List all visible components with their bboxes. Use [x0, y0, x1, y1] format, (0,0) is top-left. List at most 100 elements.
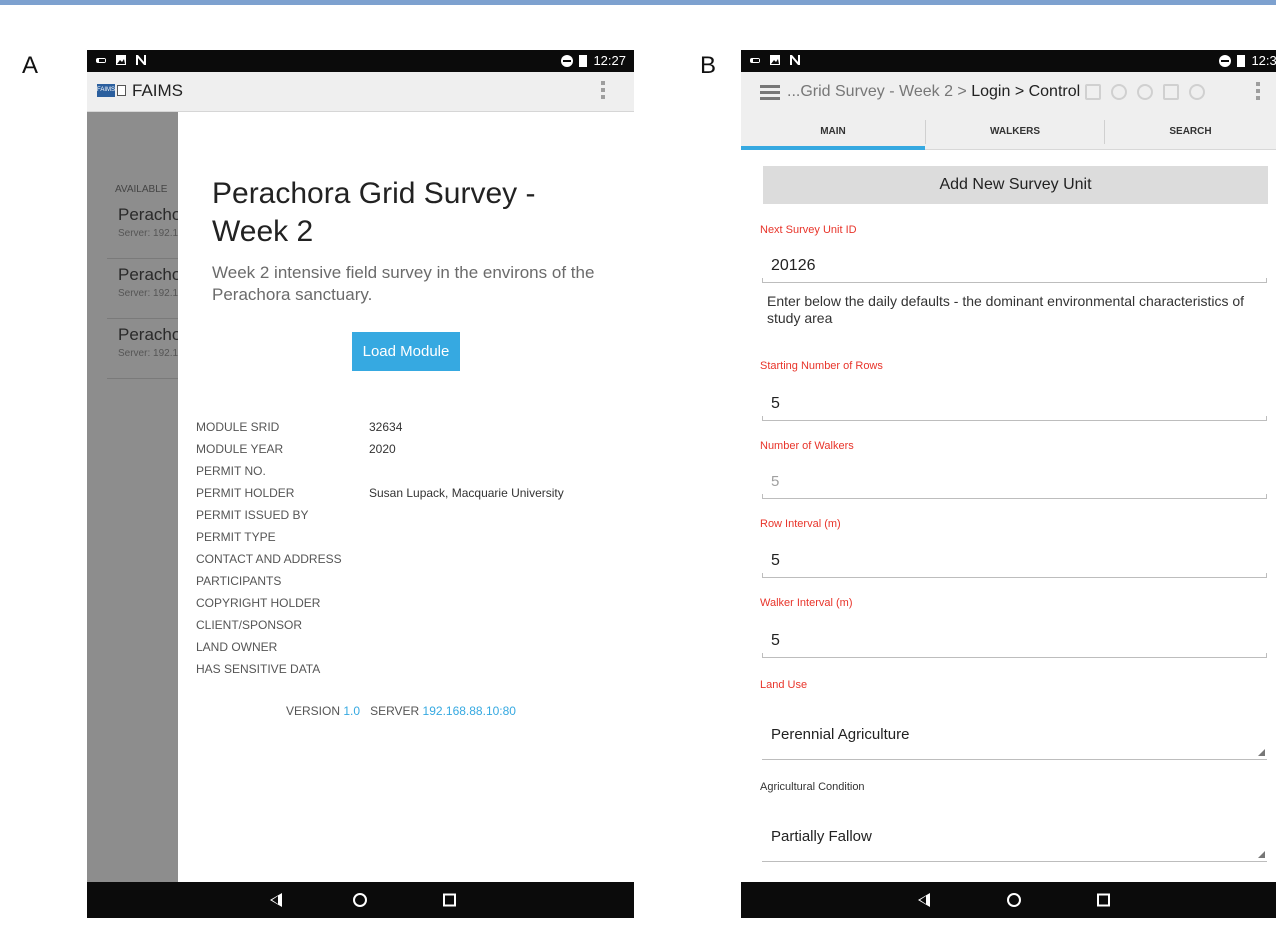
menu-icon[interactable]: [760, 85, 780, 101]
app-title: FAIMS: [132, 81, 184, 100]
device-a-screen: 12:27 FAIMS FAIMS AVAILABLE Perachora Gr…: [87, 50, 634, 900]
number-of-walkers-label: Number of Walkers: [760, 440, 854, 452]
do-not-disturb-icon: [1219, 54, 1232, 67]
app-bar: ...Grid Survey - Week 2 > Login > Contro…: [741, 72, 1276, 114]
starting-rows-field[interactable]: 5: [762, 391, 1267, 421]
document-icon: [117, 85, 126, 96]
metadata-row: CONTACT AND ADDRESS: [196, 548, 616, 570]
module-item-title: Perachora Grid Survey: [118, 265, 178, 284]
tab-walkers[interactable]: WALKERS: [926, 114, 1104, 150]
metadata-row: PERMIT HOLDER Susan Lupack, Macquarie Uni…: [196, 482, 616, 504]
breadcrumb-current: Login > Control: [971, 83, 1081, 100]
metadata-key: PERMIT ISSUED BY: [196, 508, 309, 522]
metadata-key: PARTICIPANTS: [196, 574, 282, 588]
bluetooth-icon[interactable]: [1111, 84, 1127, 100]
metadata-key: CLIENT/SPONSOR: [196, 618, 303, 632]
battery-icon: [579, 54, 588, 67]
status-bar: 12:27: [87, 50, 634, 72]
metadata-row: PERMIT ISSUED BY: [196, 504, 616, 526]
metadata-key: LAND OWNER: [196, 640, 278, 654]
metadata-value: 2020: [369, 442, 396, 456]
n-logo-icon: [135, 54, 147, 66]
module-detail-dialog: Perachora Grid Survey - Week 2 Week 2 in…: [178, 112, 634, 882]
module-item-server: Server: 192.168.88.10:80: [118, 288, 178, 299]
home-icon[interactable]: [1007, 893, 1021, 907]
sync-queue-icon[interactable]: [1085, 84, 1101, 100]
module-item-title: Perachora Grid Survey: [118, 325, 178, 344]
land-use-label: Land Use: [760, 679, 808, 691]
available-section-label: AVAILABLE: [115, 184, 168, 195]
tracking-icon[interactable]: [1163, 84, 1179, 100]
server-label: SERVER: [370, 704, 420, 718]
metadata-key: MODULE YEAR: [196, 442, 284, 456]
add-survey-unit-button[interactable]: Add New Survey Unit: [763, 166, 1268, 204]
notification-icon: [95, 54, 107, 66]
row-interval-label: Row Interval (m): [760, 518, 841, 530]
gps-icon[interactable]: [1137, 84, 1153, 100]
agricultural-condition-label: Agricultural Condition: [760, 781, 865, 793]
metadata-row: PERMIT TYPE: [196, 526, 616, 548]
metadata-key: MODULE SRID: [196, 420, 280, 434]
module-list-item[interactable]: Perachora Grid Survey Server: 192.168.88…: [107, 321, 178, 379]
next-survey-unit-id-field[interactable]: 20126: [762, 253, 1267, 283]
home-icon[interactable]: [353, 893, 367, 907]
agricultural-condition-select[interactable]: Partially Fallow: [762, 814, 1267, 862]
module-list-drawer: AVAILABLE Perachora Grid Survey Server: …: [87, 112, 178, 882]
do-not-disturb-icon: [561, 54, 574, 67]
metadata-key: COPYRIGHT HOLDER: [196, 596, 321, 610]
status-time: 12:30: [1251, 53, 1276, 68]
land-use-value: Perennial Agriculture: [771, 726, 910, 743]
load-module-button[interactable]: Load Module: [352, 332, 460, 371]
server-value: 192.168.88.10:80: [422, 704, 516, 718]
starting-rows-label: Starting Number of Rows: [760, 360, 883, 372]
metadata-value: Susan Lupack, Macquarie University: [369, 486, 564, 500]
breadcrumb-prefix: ...Grid Survey - Week 2 >: [787, 83, 972, 100]
metadata-row: MODULE SRID 32634: [196, 416, 616, 438]
navigation-bar-b: [741, 882, 1276, 918]
n-logo-icon: [789, 54, 801, 66]
metadata-key: HAS SENSITIVE DATA: [196, 662, 321, 676]
image-notification-icon: [115, 54, 127, 66]
notification-icon: [749, 54, 761, 66]
module-list-item[interactable]: Perachora Grid Survey Server: 192.168.88…: [107, 201, 178, 259]
image-notification-icon: [769, 54, 781, 66]
recent-apps-icon[interactable]: [443, 893, 456, 907]
tab-bar: MAIN WALKERS SEARCH: [741, 114, 1276, 150]
metadata-row: HAS SENSITIVE DATA: [196, 658, 616, 680]
module-metadata-table: MODULE SRID 32634 MODULE YEAR 2020 PERMIT …: [196, 416, 616, 680]
navigation-bar-a: [87, 882, 634, 918]
panel-label-b: B: [700, 52, 717, 79]
recent-apps-icon[interactable]: [1097, 893, 1110, 907]
row-interval-field[interactable]: 5: [762, 548, 1267, 578]
dropdown-caret-icon: [1258, 749, 1265, 756]
metadata-row: LAND OWNER: [196, 636, 616, 658]
version-label: VERSION: [286, 704, 341, 718]
module-item-server: Server: 192.168.88.10:80: [118, 348, 178, 359]
tab-search[interactable]: SEARCH: [1105, 114, 1276, 150]
back-icon[interactable]: [918, 893, 930, 907]
overflow-menu-icon[interactable]: [601, 81, 605, 103]
status-time: 12:27: [593, 53, 626, 68]
metadata-row: CLIENT/SPONSOR: [196, 614, 616, 636]
metadata-value: 32634: [369, 420, 403, 434]
metadata-row: PERMIT NO.: [196, 460, 616, 482]
breadcrumb[interactable]: ...Grid Survey - Week 2 > Login > Contro…: [787, 83, 1080, 101]
version-server-line: VERSION 1.0 SERVER 192.168.88.10:80: [286, 704, 516, 718]
number-of-walkers-field: 5: [762, 469, 1267, 499]
agricultural-condition-value: Partially Fallow: [771, 828, 872, 845]
overflow-menu-icon[interactable]: [1256, 82, 1260, 104]
walker-interval-field[interactable]: 5: [762, 628, 1267, 658]
sync-icon[interactable]: [1189, 84, 1205, 100]
module-item-server: Server: 192.168.88.10:80: [118, 228, 178, 239]
tab-main[interactable]: MAIN: [741, 114, 925, 150]
metadata-row: PARTICIPANTS: [196, 570, 616, 592]
faims-logo-icon: FAIMS: [97, 84, 115, 97]
land-use-select[interactable]: Perennial Agriculture: [762, 712, 1267, 760]
module-list-item[interactable]: Perachora Grid Survey Server: 192.168.88…: [107, 261, 178, 319]
status-bar: 12:30: [741, 50, 1276, 72]
module-item-title: Perachora Grid Survey: [118, 205, 178, 224]
back-icon[interactable]: [270, 893, 282, 907]
daily-defaults-help-text: Enter below the daily defaults - the dom…: [767, 293, 1245, 326]
app-bar: FAIMS FAIMS: [87, 72, 634, 112]
dropdown-caret-icon: [1258, 851, 1265, 858]
